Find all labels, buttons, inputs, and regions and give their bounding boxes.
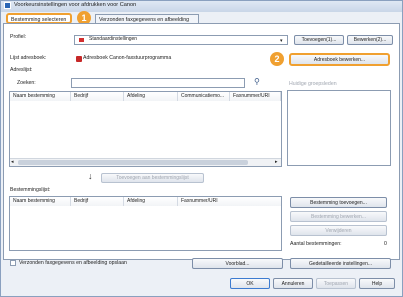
column-header[interactable]: Bedrijf [71,197,124,206]
printer-app-icon [4,2,11,9]
group-members-list[interactable] [287,90,391,166]
profile-icon [78,37,85,43]
column-header[interactable]: Afdeling [124,197,178,206]
profile-select[interactable]: Standaardinstellingen [74,35,288,45]
help-button[interactable]: Help [359,278,395,289]
column-header[interactable]: Afdeling [124,92,178,101]
cancel-button[interactable]: Annuleren [273,278,313,289]
scroll-right-icon[interactable]: ▸ [275,159,278,165]
profile-label: Profiel: [10,34,27,40]
destination-list-label: Bestemmingslijst: [10,187,51,193]
group-members-label: Huidige groepsleden [289,81,337,87]
detailed-settings-button[interactable]: Gedetailleerde instellingen... [290,258,391,269]
window-title: Voorkeursinstellingen voor afdrukken voo… [14,2,137,8]
add-profile-button[interactable]: Toevoegen(1)... [294,35,344,45]
address-list[interactable]: Naam bestemming Bedrijf Afdeling Communi… [9,91,282,167]
column-header[interactable]: Naam bestemming [10,92,71,101]
profile-value: Standaardinstellingen [89,36,138,42]
cover-page-button[interactable]: Voorblad... [192,258,283,269]
edit-profile-button[interactable]: Bewerken(2)... [347,35,393,45]
save-fax-data-label: Verzonden faxgegevens en afbeelding opsl… [19,260,127,266]
column-header[interactable]: Communicatiemo... [178,92,230,101]
column-header[interactable]: Bedrijf [71,92,124,101]
add-to-destination-list-button[interactable]: Toevoegen aan bestemmingslijst [101,173,204,183]
search-icon[interactable]: ⚲ [254,77,260,86]
chevron-down-icon[interactable]: ▾ [280,38,283,44]
addressbook-value: Adresboek Canon-faxstuurprogramma [83,55,172,61]
destination-count-value: 0 [384,241,387,247]
delete-destination-button[interactable]: Verwijderen [290,225,387,236]
arrow-down-icon: ↓ [88,171,93,181]
edit-destination-button[interactable]: Bestemming bewerken... [290,211,387,222]
search-label: Zoeken: [17,80,36,86]
save-fax-data-checkbox[interactable] [10,260,16,266]
scroll-left-icon[interactable]: ◂ [11,159,14,165]
search-input[interactable] [71,78,245,88]
column-header[interactable]: Faxnummer/URI [230,92,281,101]
horizontal-scrollbar[interactable]: ◂ ▸ [10,158,281,166]
ok-button[interactable]: OK [230,278,270,289]
addressbook-list-label: Lijst adresboek: [10,55,47,61]
column-header[interactable]: Naam bestemming [10,197,71,206]
destination-count-label: Aantal bestemmingen: [290,241,342,247]
apply-button[interactable]: Toepassen [316,278,356,289]
add-destination-button[interactable]: Bestemming toevoegen... [290,197,387,208]
edit-addressbook-button[interactable]: Adresboek bewerken... [289,53,390,66]
callout-badge-2: 2 [270,52,284,66]
scrollbar-thumb[interactable] [18,160,248,165]
addressbook-icon [76,56,82,62]
address-list-label: Adreslijst: [10,67,33,73]
destination-list[interactable]: Naam bestemming Bedrijf Afdeling Faxnumm… [9,196,282,251]
column-header[interactable]: Faxnummer/URI [178,197,281,206]
